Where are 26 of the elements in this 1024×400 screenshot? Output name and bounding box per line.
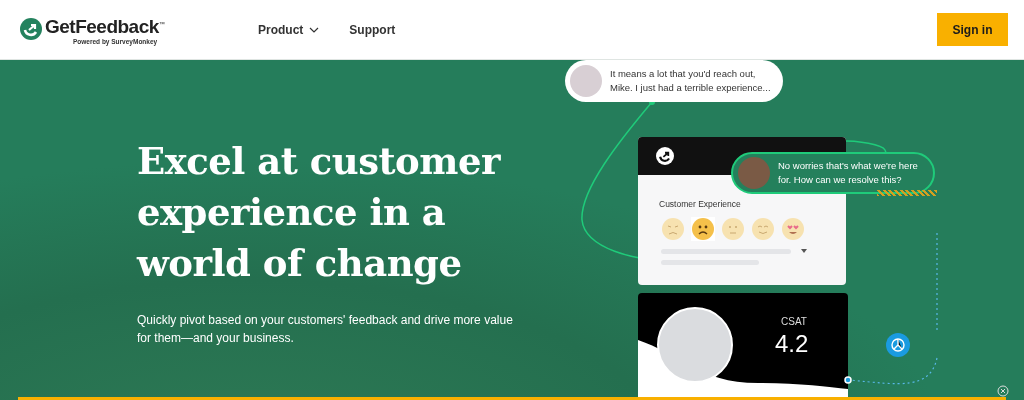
hatch-pattern (877, 190, 937, 196)
worried-face-icon[interactable] (691, 217, 715, 241)
csat-score: 4.2 (775, 330, 809, 358)
logo-icon (656, 147, 674, 165)
caret-icon (801, 249, 807, 253)
hero-heading: Excel at customer experience in a world of change (137, 138, 502, 287)
chat-message: It means a lot that you'd reach out, Mike. I just had a terrible experience... (610, 67, 772, 95)
logo-icon (20, 18, 42, 41)
love-face-icon[interactable] (781, 217, 805, 241)
avatar-photo-placeholder (570, 65, 602, 97)
nav-link[interactable]: Product (258, 22, 320, 37)
dot-icon (844, 376, 852, 384)
hero-subtitle: Quickly pivot based on your customers' feedback and drive more value for them—and your business. (137, 312, 514, 347)
chevron-down-icon (309, 26, 320, 33)
happy-face-icon[interactable] (751, 217, 775, 241)
survey-title: Customer Experience (659, 199, 742, 209)
avatar-photo-placeholder (738, 157, 770, 189)
angry-face-icon[interactable] (661, 217, 685, 241)
nav-link[interactable]: Support (349, 22, 396, 37)
pie-chart-icon (886, 333, 910, 357)
logo-wordmark[interactable]: GetFeedback (45, 16, 159, 38)
chat-message: No worries that's what we're here for. How can we resolve this? (778, 159, 919, 187)
csat-label: CSAT (781, 316, 807, 327)
neutral-face-icon[interactable] (721, 217, 745, 241)
sign-in-button[interactable]: Sign in (937, 13, 1008, 46)
close-icon[interactable] (997, 385, 1009, 397)
